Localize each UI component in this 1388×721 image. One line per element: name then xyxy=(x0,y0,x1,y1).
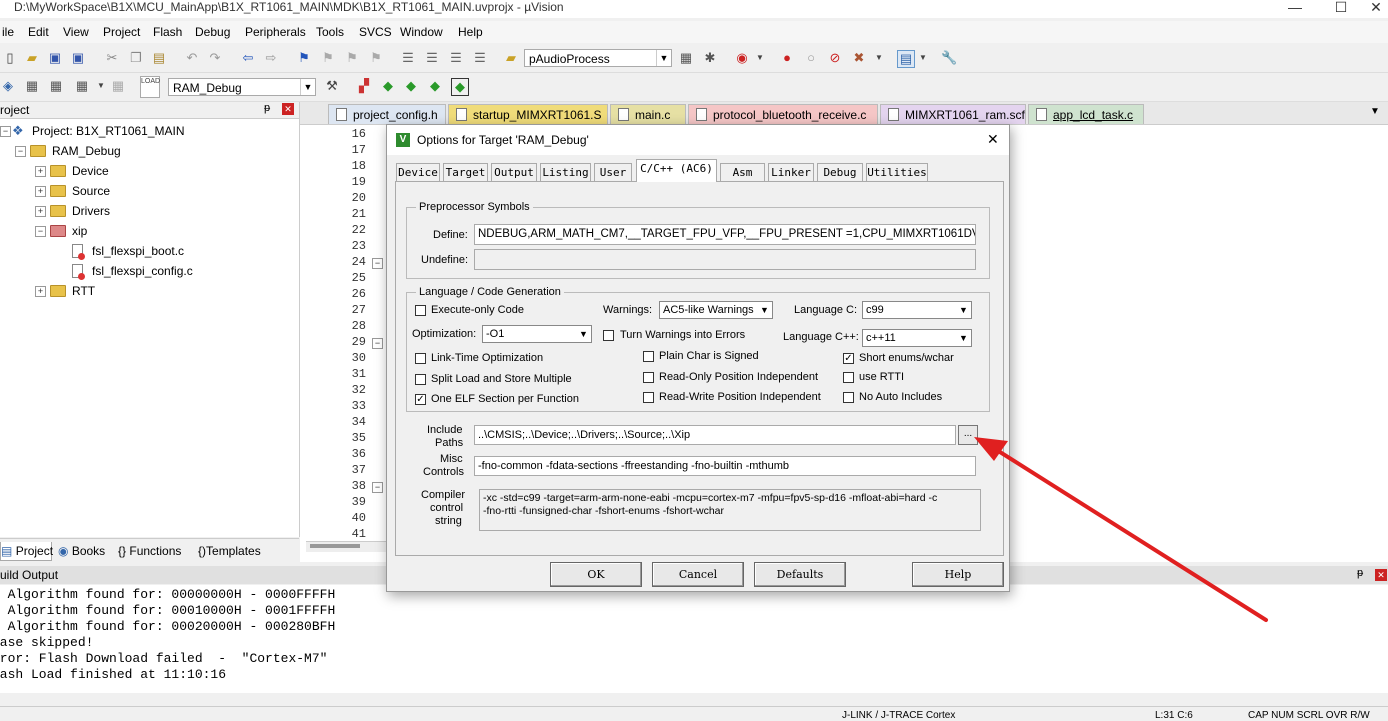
arrow-shaft xyxy=(990,445,1268,622)
annotation-arrow xyxy=(974,437,1268,622)
arrow-head xyxy=(974,437,1008,461)
tab-cpp-ac6[interactable]: C/C++ (AC6) xyxy=(636,159,717,182)
